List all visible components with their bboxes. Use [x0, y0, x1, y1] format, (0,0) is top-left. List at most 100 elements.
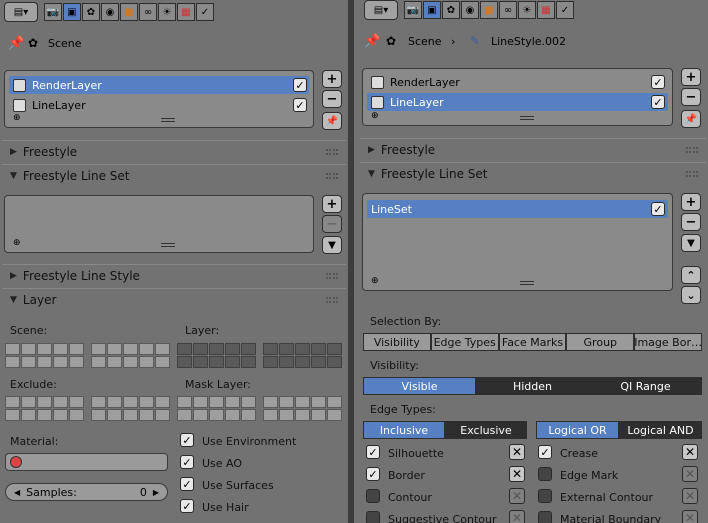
- tab-face-marks[interactable]: Face Marks: [498, 333, 567, 351]
- use-environment-checkbox[interactable]: ✓: [180, 433, 194, 447]
- specials-button[interactable]: ▼: [681, 234, 701, 252]
- render-layers-grid-a[interactable]: [177, 343, 256, 368]
- edge-logic-options[interactable]: Logical OR Logical AND: [536, 421, 702, 439]
- render-layer-checkbox[interactable]: ✓: [293, 78, 307, 92]
- breadcrumb-scene[interactable]: Scene: [408, 35, 442, 48]
- world-tab[interactable]: ◉: [101, 3, 119, 21]
- edge-mark-checkbox[interactable]: [538, 467, 552, 481]
- constraint-tab[interactable]: ∞: [499, 1, 517, 19]
- use-hair-checkbox[interactable]: ✓: [180, 499, 194, 513]
- exclude-suggestive-contour-button[interactable]: ✕: [509, 510, 525, 523]
- selection-by-tabs[interactable]: Visibility Edge Types Face Marks Group I…: [363, 333, 702, 351]
- add-button[interactable]: +: [322, 195, 342, 213]
- freestyle-header[interactable]: ▶ Freestyle: [2, 140, 346, 162]
- move-down-button[interactable]: ⌄: [681, 286, 701, 304]
- remove-button[interactable]: −: [322, 215, 342, 233]
- filter-options-icon[interactable]: ⊕: [371, 111, 379, 121]
- list-resize-grip[interactable]: [520, 116, 534, 120]
- scene-tab[interactable]: ✿: [442, 1, 460, 19]
- mask-layers-grid-b[interactable]: [263, 396, 342, 421]
- freestyle-line-set-header[interactable]: ▼ Freestyle Line Set: [360, 162, 706, 184]
- contour-checkbox[interactable]: [366, 489, 380, 503]
- add-button[interactable]: +: [681, 193, 701, 211]
- exclude-layers-grid-a[interactable]: [5, 396, 84, 421]
- list-resize-grip[interactable]: [161, 243, 175, 247]
- physics-tab[interactable]: ✓: [196, 3, 214, 21]
- render-layer-tab[interactable]: ▣: [423, 1, 441, 19]
- logical-or-option[interactable]: Logical OR: [536, 421, 619, 439]
- scene-layers-grid-a[interactable]: [5, 343, 84, 368]
- list-resize-grip[interactable]: [520, 281, 534, 285]
- modifier-tab[interactable]: ☀: [158, 3, 176, 21]
- exclude-layers-grid-b[interactable]: [91, 396, 170, 421]
- suggestive-contour-checkbox[interactable]: [366, 511, 380, 523]
- texture-tab[interactable]: ▦: [537, 1, 555, 19]
- breadcrumb-linestyle[interactable]: LineStyle.002: [491, 35, 566, 48]
- list-item[interactable]: LineLayer: [9, 96, 309, 114]
- border-checkbox[interactable]: ✓: [366, 467, 380, 481]
- pin-icon[interactable]: 📌: [364, 34, 380, 49]
- world-tab[interactable]: ◉: [461, 1, 479, 19]
- render-layer-checkbox[interactable]: ✓: [293, 98, 307, 112]
- drag-grip-icon[interactable]: [326, 173, 338, 179]
- render-layer-tab[interactable]: ▣: [63, 3, 81, 21]
- tab-visibility[interactable]: Visibility: [363, 333, 431, 351]
- material-boundary-checkbox[interactable]: [538, 511, 552, 523]
- line-set-list[interactable]: ⊕: [4, 195, 314, 253]
- constraint-tab[interactable]: ∞: [139, 3, 157, 21]
- render-layers-grid-b[interactable]: [263, 343, 342, 368]
- filter-options-icon[interactable]: ⊕: [13, 238, 21, 248]
- list-resize-grip[interactable]: [161, 118, 175, 122]
- pin-button[interactable]: 📌: [322, 112, 342, 130]
- inclusive-option[interactable]: Inclusive: [363, 421, 445, 439]
- tab-image-border[interactable]: Image Bor…: [634, 333, 702, 351]
- external-contour-checkbox[interactable]: [538, 489, 552, 503]
- exclude-external-contour-button[interactable]: ✕: [682, 488, 698, 504]
- logical-and-option[interactable]: Logical AND: [619, 421, 702, 439]
- qi-range-option[interactable]: QI Range: [589, 377, 702, 395]
- remove-button[interactable]: −: [681, 88, 701, 106]
- edge-mode-options[interactable]: Inclusive Exclusive: [363, 421, 527, 439]
- drag-grip-icon[interactable]: [326, 149, 338, 155]
- exclude-border-button[interactable]: ✕: [509, 466, 525, 482]
- breadcrumb-scene[interactable]: Scene: [48, 37, 82, 50]
- line-set-list[interactable]: LineSet ✓ ⊕: [362, 193, 673, 291]
- mask-layers-grid-a[interactable]: [177, 396, 256, 421]
- freestyle-line-set-header[interactable]: ▼ Freestyle Line Set: [2, 164, 346, 186]
- layer-header[interactable]: ▼ Layer: [2, 288, 346, 310]
- decrement-icon[interactable]: ◀: [14, 488, 20, 497]
- list-item[interactable]: LineLayer: [367, 93, 668, 111]
- freestyle-header[interactable]: ▶ Freestyle: [360, 138, 706, 160]
- render-layer-list[interactable]: RenderLayer ✓ LineLayer ✓ ⊕: [4, 70, 314, 128]
- render-layer-list[interactable]: RenderLayer ✓ LineLayer ✓ ⊕: [362, 68, 673, 126]
- add-button[interactable]: +: [681, 68, 701, 86]
- editor-type-button[interactable]: ▤▾: [4, 2, 38, 22]
- render-tab[interactable]: 📷: [44, 3, 62, 21]
- pin-icon[interactable]: 📌: [8, 36, 24, 51]
- modifier-tab[interactable]: ☀: [518, 1, 536, 19]
- visibility-options[interactable]: Visible Hidden QI Range: [363, 377, 702, 395]
- list-item[interactable]: RenderLayer: [367, 73, 668, 91]
- hidden-option[interactable]: Hidden: [476, 377, 589, 395]
- material-field[interactable]: [5, 453, 168, 471]
- object-tab[interactable]: ■: [120, 3, 138, 21]
- line-set-checkbox[interactable]: ✓: [651, 202, 665, 216]
- silhouette-checkbox[interactable]: ✓: [366, 445, 380, 459]
- drag-grip-icon[interactable]: [326, 273, 338, 279]
- visible-option[interactable]: Visible: [363, 377, 476, 395]
- drag-grip-icon[interactable]: [686, 171, 698, 177]
- specials-button[interactable]: ▼: [322, 236, 342, 254]
- texture-tab[interactable]: ▦: [177, 3, 195, 21]
- use-surfaces-checkbox[interactable]: ✓: [180, 477, 194, 491]
- list-item[interactable]: LineSet: [367, 200, 668, 218]
- add-button[interactable]: +: [322, 70, 342, 88]
- drag-grip-icon[interactable]: [686, 147, 698, 153]
- freestyle-line-style-header[interactable]: ▶ Freestyle Line Style: [2, 264, 346, 286]
- drag-grip-icon[interactable]: [326, 297, 338, 303]
- object-tab[interactable]: ■: [480, 1, 498, 19]
- tab-edge-types[interactable]: Edge Types: [430, 333, 499, 351]
- exclude-silhouette-button[interactable]: ✕: [509, 444, 525, 460]
- use-ao-checkbox[interactable]: ✓: [180, 455, 194, 469]
- physics-tab[interactable]: ✓: [556, 1, 574, 19]
- crease-checkbox[interactable]: ✓: [538, 445, 552, 459]
